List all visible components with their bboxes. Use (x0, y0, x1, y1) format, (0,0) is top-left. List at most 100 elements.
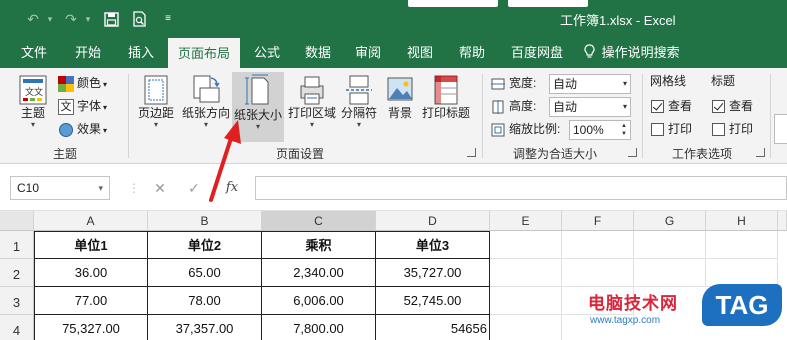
spinner-arrows-icon[interactable]: ▲ ▼ (619, 122, 629, 138)
redo-icon[interactable]: ↷ (60, 9, 82, 29)
page-setup-dialog-launcher[interactable] (467, 148, 476, 157)
width-select[interactable]: 自动 ▾ (549, 74, 631, 94)
table-cell[interactable]: 7,800.00 (262, 315, 376, 340)
breaks-button[interactable]: 分隔符 ▾ (338, 74, 380, 140)
ribbon-panel: 文文 主题 ▾ 颜色 ▾ 文字体 ▾ 效果 ▾ 主题 页边距 ▾ 纸张方向 ▾ 纸张大… (0, 68, 787, 164)
gridlines-print-checkbox[interactable]: 打印 (651, 119, 692, 139)
table-cell-header[interactable]: 单位3 (376, 231, 490, 259)
tab-baidu-netdisk[interactable]: 百度网盘 (502, 38, 572, 68)
tab-view[interactable]: 视图 (398, 38, 442, 68)
gridlines-print-label: 打印 (668, 122, 693, 136)
empty-cell[interactable] (490, 231, 562, 259)
row-header[interactable]: 1 (0, 231, 34, 259)
print-titles-label: 打印标题 (421, 106, 470, 120)
column-header[interactable] (778, 211, 787, 231)
empty-cell[interactable] (634, 231, 706, 259)
margins-button[interactable]: 页边距 ▾ (134, 74, 178, 140)
table-cell[interactable]: 2,340.00 (262, 259, 376, 287)
row-header[interactable]: 3 (0, 287, 34, 315)
select-all-corner[interactable] (0, 211, 34, 231)
height-icon (490, 99, 506, 115)
tab-formulas[interactable]: 公式 (246, 38, 288, 68)
height-label: 高度: (509, 99, 537, 113)
save-icon[interactable] (100, 9, 122, 29)
tab-data[interactable]: 数据 (296, 38, 340, 68)
colors-icon (58, 75, 74, 92)
tab-file[interactable]: 文件 (12, 38, 56, 68)
tab-home[interactable]: 开始 (64, 38, 112, 68)
enter-icon[interactable]: ✓ (182, 176, 206, 200)
svg-text:文文: 文文 (25, 86, 43, 98)
height-select[interactable]: 自动 ▾ (549, 97, 631, 117)
column-header[interactable]: A (34, 211, 148, 231)
watermark-url: www.tagxp.com (590, 315, 661, 326)
table-cell[interactable]: 6,006.00 (262, 287, 376, 315)
empty-cell[interactable] (490, 315, 562, 340)
undo-icon[interactable]: ↶ (22, 9, 44, 29)
chevron-down-icon: ▾ (153, 120, 158, 129)
table-cell[interactable]: 35,727.00 (376, 259, 490, 287)
column-header[interactable]: H (706, 211, 778, 231)
row-header[interactable]: 4 (0, 315, 34, 340)
themes-button[interactable]: 文文 主题 ▾ (12, 74, 54, 140)
name-box[interactable]: C10 ▾ (10, 176, 110, 200)
width-icon (490, 76, 506, 92)
fonts-icon: 文 (58, 98, 74, 115)
sheet-options-dialog-launcher[interactable] (756, 148, 765, 157)
formula-input[interactable] (255, 176, 787, 200)
checkbox-unchecked-icon (651, 123, 664, 137)
tab-review[interactable]: 审阅 (346, 38, 390, 68)
print-preview-icon[interactable] (128, 9, 150, 29)
cancel-icon[interactable]: ✕ (148, 176, 172, 200)
empty-cell[interactable] (562, 231, 634, 259)
tab-insert[interactable]: 插入 (118, 38, 164, 68)
column-header[interactable]: D (376, 211, 490, 231)
table-cell[interactable]: 75,327.00 (34, 315, 148, 340)
customize-toolbar-icon[interactable]: ≡ (160, 9, 176, 29)
scale-spinner[interactable]: 100% ▲ ▼ (569, 120, 631, 140)
redo-dropdown-icon[interactable]: ▾ (82, 9, 94, 29)
headings-print-checkbox[interactable]: 打印 (712, 119, 753, 139)
chevron-down-icon: ▾ (98, 183, 103, 193)
fonts-button[interactable]: 文字体 ▾ (58, 96, 107, 116)
print-titles-button[interactable]: 打印标题 (420, 74, 472, 140)
table-cell[interactable]: 65.00 (148, 259, 262, 287)
column-header[interactable]: F (562, 211, 634, 231)
window-title: 工作簿1.xlsx - Excel (560, 13, 676, 28)
table-cell[interactable]: 36.00 (34, 259, 148, 287)
effects-button[interactable]: 效果 ▾ (58, 119, 107, 139)
table-cell[interactable]: 78.00 (148, 287, 262, 315)
row-header[interactable]: 2 (0, 259, 34, 287)
colors-button[interactable]: 颜色 ▾ (58, 73, 107, 93)
table-cell[interactable]: 37,357.00 (148, 315, 262, 340)
table-cell[interactable]: 77.00 (34, 287, 148, 315)
group-divider (642, 74, 643, 158)
print-area-button[interactable]: 打印区域 ▾ (287, 74, 337, 140)
empty-cell[interactable] (490, 259, 562, 287)
table-cell-header[interactable]: 乘积 (262, 231, 376, 259)
column-header[interactable]: E (490, 211, 562, 231)
table-cell-header[interactable]: 单位2 (148, 231, 262, 259)
column-header[interactable]: B (148, 211, 262, 231)
empty-cell[interactable] (706, 231, 778, 259)
empty-cell[interactable] (490, 287, 562, 315)
headings-view-checkbox[interactable]: 查看 (712, 96, 753, 116)
checkbox-unchecked-icon (712, 123, 725, 137)
table-cell-header[interactable]: 单位1 (34, 231, 148, 259)
tell-me-search[interactable]: 操作说明搜索 (580, 38, 692, 68)
column-header-selected[interactable]: C (262, 211, 376, 231)
column-header[interactable]: G (634, 211, 706, 231)
scale-dialog-launcher[interactable] (628, 148, 637, 157)
background-button[interactable]: 背景 (382, 74, 418, 140)
arrange-group-partial[interactable] (774, 114, 787, 144)
table-cell[interactable]: 52,745.00 (376, 287, 490, 315)
tab-help[interactable]: 帮助 (450, 38, 494, 68)
gridlines-view-label: 查看 (668, 99, 693, 113)
table-cell[interactable]: 54656 (376, 315, 490, 340)
tell-me-label: 操作说明搜索 (601, 45, 680, 60)
tab-page-layout[interactable]: 页面布局 (168, 38, 240, 68)
scale-group-label: 调整为合适大小 (512, 147, 597, 161)
undo-dropdown-icon[interactable]: ▾ (44, 9, 56, 29)
gridlines-view-checkbox[interactable]: 查看 (651, 96, 692, 116)
watermark-logo: TAG (702, 284, 782, 326)
